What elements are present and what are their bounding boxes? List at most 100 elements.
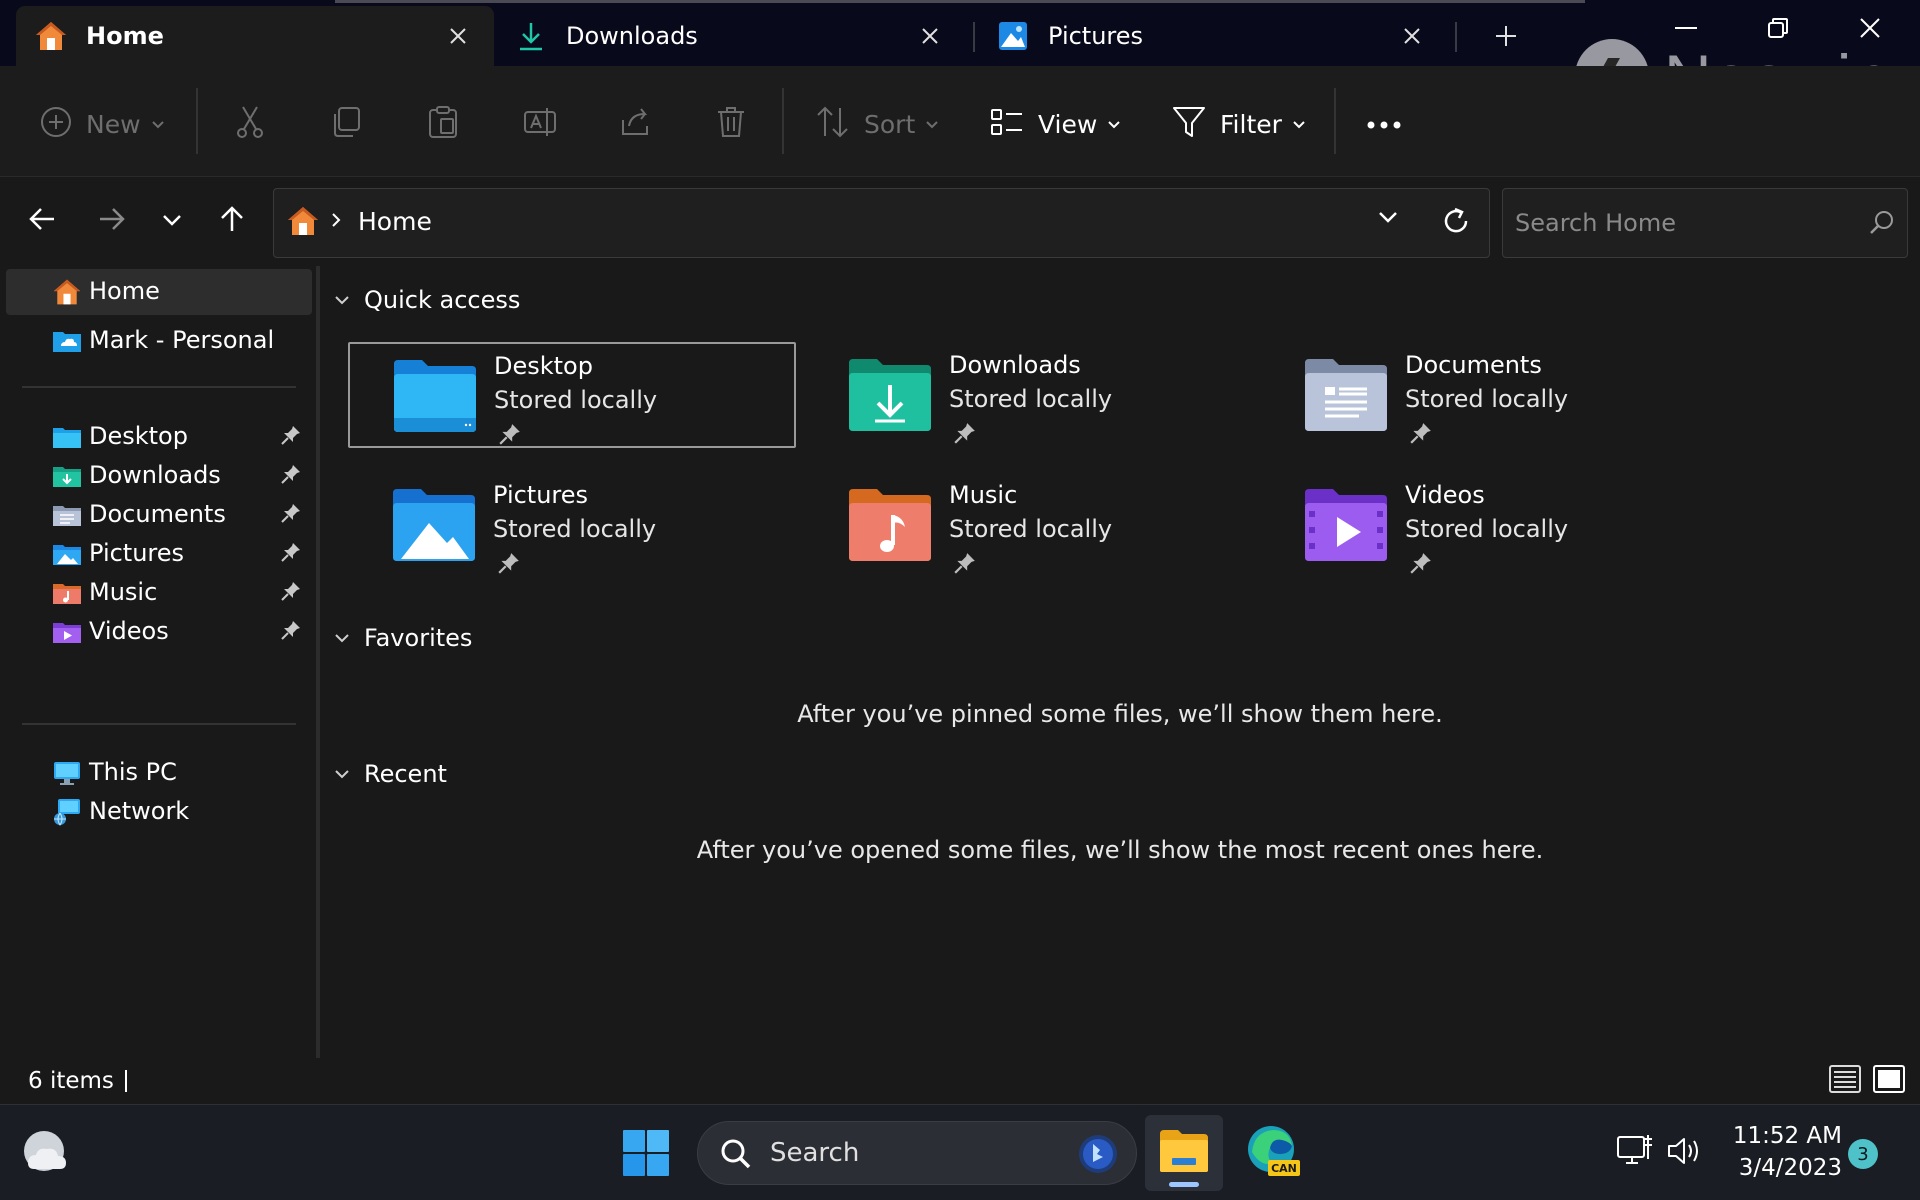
documents-folder-icon [1303,357,1389,433]
back-button[interactable] [18,197,66,245]
section-title: Favorites [364,624,473,652]
pin-icon[interactable] [280,424,302,450]
delete-button[interactable] [715,96,747,152]
sidebar-item-label: Network [89,797,190,825]
sidebar-item-label: Music [89,578,158,606]
bing-chat-icon[interactable] [1076,1132,1120,1180]
sidebar-item-label: Mark - Personal [89,326,275,354]
details-view-button[interactable] [1828,1065,1862,1097]
tab-downloads[interactable]: Downloads [496,6,966,66]
pin-icon [953,421,977,449]
forward-button[interactable] [88,197,136,245]
pin-icon[interactable] [280,580,302,606]
chevron-down-icon [925,115,939,134]
details-view-icon [1829,1065,1861,1097]
weather-widget-button[interactable] [20,1127,70,1181]
videos-folder-icon [52,617,82,647]
folder-name: Downloads [949,351,1081,379]
taskbar-search-label: Search [770,1138,860,1168]
arrow-left-icon [28,206,56,236]
sort-label: Sort [864,109,916,139]
clock-time[interactable]: 11:52 AM [1720,1123,1842,1149]
pictures-folder-icon [52,539,82,569]
search-icon[interactable] [1869,209,1895,239]
favorites-header[interactable]: Favorites [334,624,472,652]
volume-icon[interactable] [1666,1133,1704,1173]
pin-icon[interactable] [280,541,302,567]
more-options-button[interactable] [1366,96,1402,152]
quick-access-item-downloads[interactable]: Downloads Stored locally [804,342,1252,448]
pin-icon[interactable] [280,463,302,489]
downloads-folder-icon [52,461,82,491]
search-input[interactable]: Search Home [1502,188,1908,258]
refresh-icon[interactable] [1441,205,1471,241]
sidebar-item-home[interactable]: Home [6,269,312,315]
clock-date[interactable]: 3/4/2023 [1720,1155,1842,1181]
copy-button[interactable] [331,96,363,152]
chevron-down-icon [334,291,350,310]
quick-access-item-desktop[interactable]: Desktop Stored locally [348,342,796,448]
start-button[interactable] [622,1129,670,1181]
view-button[interactable]: View [990,96,1121,152]
quick-access-header[interactable]: Quick access [334,286,520,314]
home-icon [52,277,82,307]
videos-folder-icon [1303,487,1389,563]
chevron-down-icon [1107,115,1121,134]
arrow-right-icon [98,206,126,236]
sidebar-item-label: Desktop [89,422,188,450]
share-button[interactable] [619,96,653,152]
share-icon [619,106,653,142]
sort-button[interactable]: Sort [816,96,939,152]
sidebar-item-network[interactable]: Network [6,789,312,835]
taskbar-edge-canary[interactable]: CAN [1234,1115,1312,1191]
folder-status: Stored locally [949,385,1113,413]
pin-icon[interactable] [280,502,302,528]
pin-icon [497,551,521,579]
large-icons-view-button[interactable] [1872,1065,1906,1097]
up-button[interactable] [208,197,256,245]
status-divider [125,1070,127,1092]
quick-access-item-documents[interactable]: Documents Stored locally [1260,342,1708,448]
desktop-folder-icon [392,358,478,434]
close-tab-icon[interactable] [1396,20,1428,52]
tiles-view-icon [1873,1065,1905,1097]
taskbar-file-explorer[interactable] [1145,1115,1223,1191]
recent-locations-button[interactable] [148,197,196,245]
window-top-edge [335,0,1585,3]
taskbar: Search CAN 11:52 AM 3/4/2023 3 [0,1104,1920,1200]
favorites-empty-message: After you’ve pinned some files, we’ll sh… [797,700,1443,728]
network-status-icon[interactable] [1616,1133,1656,1173]
quick-access-item-videos[interactable]: Videos Stored locally [1260,472,1708,578]
filter-button[interactable]: Filter [1172,96,1306,152]
close-tab-icon[interactable] [442,20,474,52]
quick-access-item-pictures[interactable]: Pictures Stored locally [348,472,796,578]
cut-button[interactable] [234,96,266,152]
close-tab-icon[interactable] [914,20,946,52]
notification-badge[interactable]: 3 [1848,1139,1878,1169]
pin-icon[interactable] [280,619,302,645]
more-dots-icon [1366,115,1402,134]
filter-funnel-icon [1172,105,1206,143]
recent-header[interactable]: Recent [334,760,447,788]
add-circle-icon [40,106,72,142]
section-title: Recent [364,760,447,788]
tab-home[interactable]: Home [16,6,494,66]
home-icon [34,19,68,53]
address-bar[interactable]: Home [273,188,1490,258]
paste-button[interactable] [427,96,459,152]
rename-button[interactable] [523,96,557,152]
sidebar-item-videos[interactable]: Videos [6,609,312,655]
chevron-right-icon[interactable] [330,211,342,233]
taskbar-search-box[interactable]: Search [697,1121,1137,1185]
new-button[interactable]: New [40,96,165,152]
quick-access-item-music[interactable]: Music Stored locally [804,472,1252,578]
tab-label: Home [86,22,164,50]
breadcrumb-home[interactable]: Home [358,207,432,236]
new-tab-button[interactable] [1486,16,1526,56]
this-pc-icon [52,758,82,788]
tab-pictures[interactable]: Pictures [978,6,1448,66]
sidebar-item-onedrive[interactable]: Mark - Personal [6,318,312,364]
tab-label: Downloads [566,22,698,50]
search-placeholder: Search Home [1515,209,1676,237]
address-history-chevron-icon[interactable] [1377,209,1399,228]
